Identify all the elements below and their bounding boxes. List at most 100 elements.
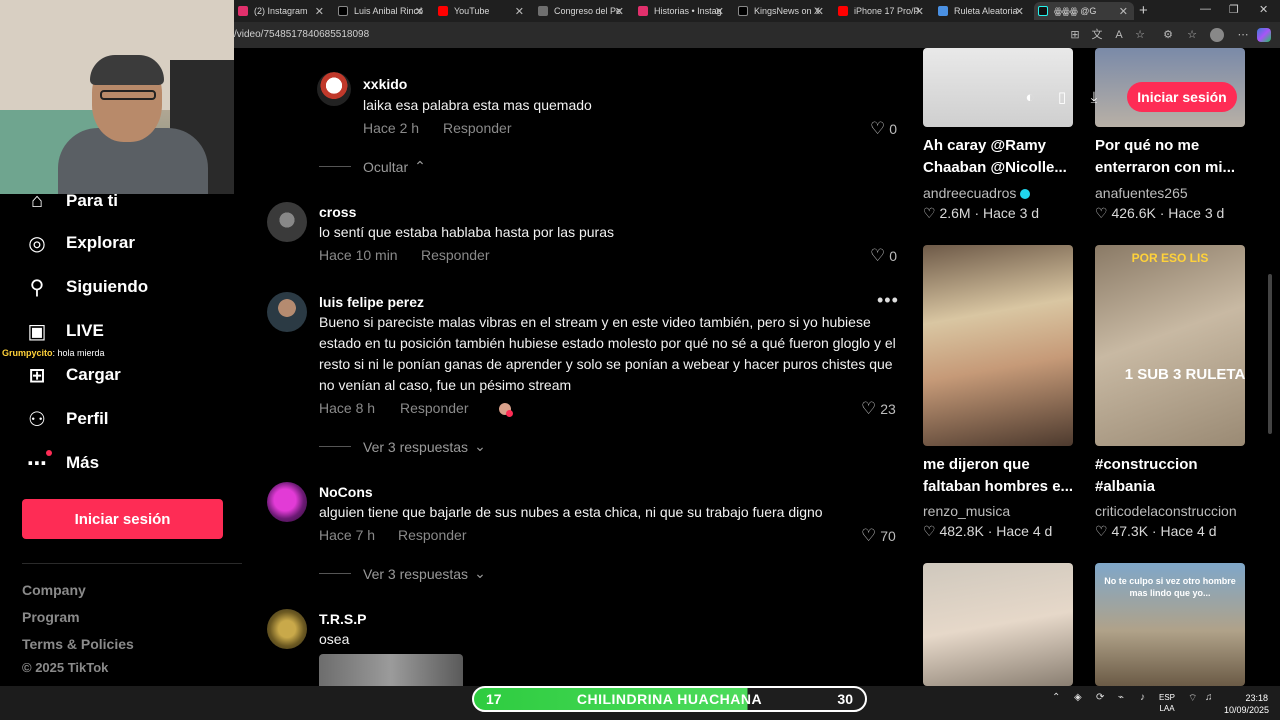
footer-link-terms[interactable]: Terms & Policies: [22, 636, 134, 652]
close-icon[interactable]: ✕: [715, 5, 724, 18]
login-button[interactable]: Iniciar sesión: [22, 499, 223, 539]
comment-image[interactable]: [319, 654, 463, 686]
video-author[interactable]: anafuentes265: [1095, 185, 1188, 201]
like-button[interactable]: ♡ 23: [861, 399, 896, 419]
favorites-icon[interactable]: ☆: [1185, 28, 1199, 42]
sync-icon[interactable]: ⟳: [1096, 692, 1104, 703]
avatar[interactable]: [267, 292, 307, 332]
video-thumbnail[interactable]: POR ESO LIS 1 SUB 3 RULETAS: [1095, 245, 1245, 446]
avatar[interactable]: [317, 72, 351, 106]
close-icon[interactable]: ✕: [815, 5, 824, 18]
video-title[interactable]: Por qué no me enterraron con mi...: [1095, 135, 1250, 179]
sidebar-item-mas[interactable]: ⋯ Más: [24, 450, 99, 476]
like-button[interactable]: ♡ 0: [870, 119, 897, 139]
pin-icon[interactable]: ⌁: [1118, 692, 1124, 703]
like-button[interactable]: ♡ 0: [870, 246, 897, 266]
comment-username[interactable]: luis felipe perez: [319, 294, 424, 310]
like-button[interactable]: ♡ 70: [861, 526, 896, 546]
reply-button[interactable]: Responder: [398, 527, 467, 543]
sidebar-item-live[interactable]: ▣ LIVE: [24, 318, 104, 344]
scrollbar[interactable]: [1268, 274, 1272, 434]
tab-ruleta[interactable]: Ruleta Aleatoria ✕: [934, 2, 1030, 20]
new-tab-icon[interactable]: +: [1139, 2, 1148, 19]
reply-button[interactable]: Responder: [400, 400, 469, 416]
webcam-person-cap: [90, 55, 164, 85]
wheel-icon: [938, 6, 948, 16]
menu-dots-icon[interactable]: ⋯: [1236, 28, 1250, 42]
tab-x[interactable]: Luis Anibal Rincó ✕: [334, 2, 430, 20]
tab-congreso[interactable]: Congreso del Pe ✕: [534, 2, 630, 20]
avatar[interactable]: [267, 609, 307, 649]
comment-username[interactable]: cross: [319, 204, 356, 220]
chevron-up-icon[interactable]: ⌃: [1052, 692, 1060, 703]
volume-icon[interactable]: ♫: [1205, 692, 1213, 703]
video-author[interactable]: andreecuadros: [923, 185, 1031, 201]
install-app-icon[interactable]: ⊞: [1068, 28, 1082, 42]
tiktok-app-icon[interactable]: ◐: [1015, 82, 1045, 112]
tab-iphone[interactable]: iPhone 17 Pro/P ✕: [834, 2, 930, 20]
video-thumbnail[interactable]: [923, 245, 1073, 446]
footer-link-company[interactable]: Company: [22, 582, 86, 598]
copilot-icon[interactable]: [1257, 28, 1271, 42]
sidebar-item-cargar[interactable]: ⊞ Cargar: [24, 362, 121, 388]
sidebar-item-para-ti[interactable]: ⌂ Para ti: [24, 188, 118, 214]
avatar[interactable]: [267, 202, 307, 242]
video-stats: ♡ 2.6M · Hace 3 d: [923, 205, 1040, 221]
thumbnail-caption: POR ESO LIS: [1131, 251, 1209, 265]
tab-instagram[interactable]: (2) Instagram ✕: [234, 2, 330, 20]
video-title[interactable]: me dijeron que faltaban hombres e...: [923, 454, 1078, 498]
heart-icon: ♡: [923, 205, 940, 221]
close-icon[interactable]: ✕: [1119, 5, 1128, 18]
network-icon[interactable]: ◈: [1074, 692, 1082, 703]
translate-icon[interactable]: 文: [1090, 28, 1104, 42]
tab-kingsnews[interactable]: KingsNews on X ✕: [734, 2, 830, 20]
maximize-icon[interactable]: ❐: [1229, 3, 1239, 16]
sidebar-item-siguiendo[interactable]: ⚲ Siguiendo: [24, 274, 149, 300]
tab-historias[interactable]: Historias • Instag ✕: [634, 2, 730, 20]
download-icon[interactable]: ⤓: [1079, 82, 1109, 112]
comment-username[interactable]: NoCons: [319, 484, 373, 500]
sidebar-item-perfil[interactable]: ⚇ Perfil: [24, 406, 109, 432]
tab-tiktok-active[interactable]: ꙮꙮꙮ @G ✕: [1034, 2, 1134, 20]
tab-youtube[interactable]: YouTube ✕: [434, 2, 530, 20]
read-aloud-icon[interactable]: A: [1112, 28, 1126, 42]
close-icon[interactable]: ✕: [1015, 5, 1024, 18]
wifi-icon[interactable]: ⌔: [1188, 692, 1197, 705]
reply-button[interactable]: Responder: [421, 247, 490, 263]
comment-username[interactable]: T.R.S.P: [319, 611, 366, 627]
comment-username[interactable]: xxkido: [363, 76, 407, 92]
overlay-right-number: 30: [837, 691, 853, 707]
login-button-top[interactable]: Iniciar sesión: [1127, 82, 1237, 112]
language-indicator[interactable]: ESP LAA: [1159, 692, 1175, 714]
close-icon[interactable]: ✕: [415, 5, 424, 18]
minimize-icon[interactable]: —: [1200, 3, 1211, 15]
more-options-icon[interactable]: •••: [877, 290, 899, 311]
system-clock[interactable]: 23:18 10/09/2025: [1224, 692, 1269, 716]
extensions-icon[interactable]: ⚙: [1161, 28, 1175, 42]
reply-button[interactable]: Responder: [443, 120, 512, 136]
microphone-icon[interactable]: ♪: [1140, 692, 1145, 703]
footer-link-program[interactable]: Program: [22, 609, 80, 625]
view-replies-button[interactable]: Ver 3 respuestas ⌄: [319, 438, 486, 455]
video-title[interactable]: Ah caray @Ramy Chaaban @Nicolle...: [923, 135, 1078, 179]
view-replies-button[interactable]: Ver 3 respuestas ⌄: [319, 565, 486, 582]
close-icon[interactable]: ✕: [615, 5, 624, 18]
stream-chat-line: Grumpycito: hola mierda: [2, 348, 105, 358]
profile-avatar-icon[interactable]: [1210, 28, 1224, 42]
url-field[interactable]: /video/7548517840685518098: [234, 29, 369, 40]
comment-text: Bueno si pareciste malas vibras en el st…: [319, 314, 896, 393]
video-thumbnail[interactable]: No te culpo si vez otro hombre mas lindo…: [1095, 563, 1245, 686]
sidebar-item-explorar[interactable]: ◎ Explorar: [24, 230, 135, 256]
avatar[interactable]: [267, 482, 307, 522]
video-title[interactable]: #construccion #albania: [1095, 454, 1250, 498]
video-author[interactable]: renzo_musica: [923, 503, 1010, 519]
video-thumbnail[interactable]: [923, 563, 1073, 686]
video-author[interactable]: criticodelaconstruccion: [1095, 503, 1237, 519]
close-icon[interactable]: ✕: [315, 5, 324, 18]
favorite-star-icon[interactable]: ☆: [1133, 28, 1147, 42]
hide-replies-button[interactable]: Ocultar ⌃: [319, 158, 426, 175]
phone-icon[interactable]: ▯: [1047, 82, 1077, 112]
close-window-icon[interactable]: ✕: [1259, 3, 1268, 16]
close-icon[interactable]: ✕: [915, 5, 924, 18]
close-icon[interactable]: ✕: [515, 5, 524, 18]
